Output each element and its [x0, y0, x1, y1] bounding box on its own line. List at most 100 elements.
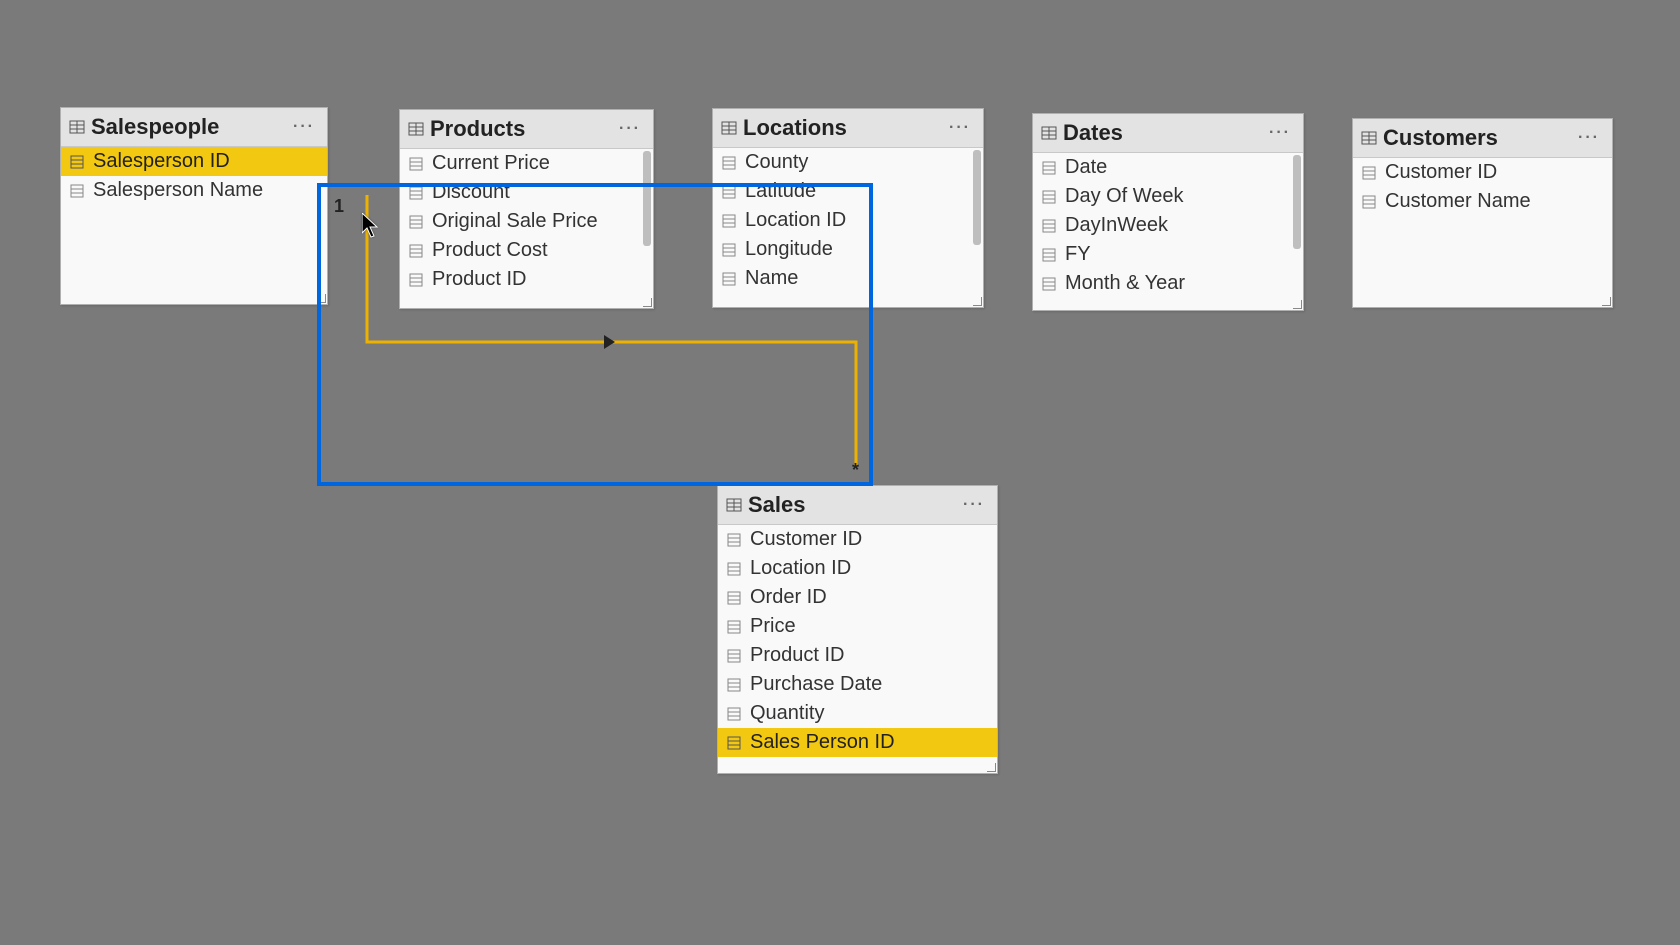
table-menu-button[interactable]: ···: [959, 496, 989, 514]
relationship-direction-arrow: [604, 335, 615, 349]
field-label: FY: [1065, 243, 1091, 266]
field-customer-name[interactable]: Customer Name: [1353, 187, 1612, 216]
table-icon: [1361, 130, 1377, 146]
table-customers[interactable]: Customers ··· Customer ID Customer Name: [1352, 118, 1613, 308]
table-menu-button[interactable]: ···: [289, 118, 319, 136]
column-icon: [408, 214, 424, 230]
table-header-dates[interactable]: Dates ···: [1033, 114, 1303, 153]
column-icon: [721, 184, 737, 200]
resize-handle[interactable]: [986, 762, 996, 772]
model-canvas[interactable]: 1 * Salespeople ··· Salesperson ID S: [0, 0, 1680, 945]
field-fy[interactable]: FY: [1033, 240, 1303, 269]
field-order-id[interactable]: Order ID: [718, 583, 997, 612]
field-label: Quantity: [750, 702, 824, 725]
field-label: DayInWeek: [1065, 214, 1168, 237]
table-header-products[interactable]: Products ···: [400, 110, 653, 149]
field-sales-person-id[interactable]: Sales Person ID: [718, 728, 997, 757]
field-product-cost[interactable]: Product Cost: [400, 236, 653, 265]
table-menu-button[interactable]: ···: [615, 120, 645, 138]
column-icon: [408, 156, 424, 172]
table-salespeople[interactable]: Salespeople ··· Salesperson ID Salespers…: [60, 107, 328, 305]
field-label: County: [745, 151, 808, 174]
scrollbar[interactable]: [643, 151, 651, 246]
resize-handle[interactable]: [1601, 296, 1611, 306]
column-icon: [721, 155, 737, 171]
column-icon: [408, 272, 424, 288]
field-label: Sales Person ID: [750, 731, 895, 754]
resize-handle[interactable]: [972, 296, 982, 306]
table-menu-button[interactable]: ···: [1574, 129, 1604, 147]
table-body: Customer ID Location ID Order ID Price P…: [718, 525, 997, 773]
table-products[interactable]: Products ··· Current Price Discount Orig…: [399, 109, 654, 309]
field-product-id[interactable]: Product ID: [718, 641, 997, 670]
field-label: Customer ID: [750, 528, 862, 551]
table-icon: [721, 120, 737, 136]
table-body: Salesperson ID Salesperson Name: [61, 147, 327, 304]
column-icon: [1041, 218, 1057, 234]
field-label: Latitude: [745, 180, 816, 203]
field-label: Name: [745, 267, 798, 290]
table-locations[interactable]: Locations ··· County Latitude Location I…: [712, 108, 984, 308]
table-body: Current Price Discount Original Sale Pri…: [400, 149, 653, 308]
field-label: Customer Name: [1385, 190, 1531, 213]
field-label: Original Sale Price: [432, 210, 598, 233]
column-icon: [726, 619, 742, 635]
field-purchase-date[interactable]: Purchase Date: [718, 670, 997, 699]
column-icon: [726, 677, 742, 693]
table-header-locations[interactable]: Locations ···: [713, 109, 983, 148]
table-header-sales[interactable]: Sales ···: [718, 486, 997, 525]
resize-handle[interactable]: [1292, 299, 1302, 309]
field-label: Location ID: [745, 209, 846, 232]
table-menu-button[interactable]: ···: [1265, 124, 1295, 142]
resize-handle[interactable]: [316, 293, 326, 303]
table-dates[interactable]: Dates ··· Date Day Of Week DayInWeek FY: [1032, 113, 1304, 311]
field-label: Location ID: [750, 557, 851, 580]
field-customer-id[interactable]: Customer ID: [718, 525, 997, 554]
table-sales[interactable]: Sales ··· Customer ID Location ID Order …: [717, 485, 998, 774]
scrollbar[interactable]: [1293, 155, 1301, 249]
field-date[interactable]: Date: [1033, 153, 1303, 182]
field-month-year[interactable]: Month & Year: [1033, 269, 1303, 298]
field-quantity[interactable]: Quantity: [718, 699, 997, 728]
field-original-sale-price[interactable]: Original Sale Price: [400, 207, 653, 236]
field-location-id[interactable]: Location ID: [718, 554, 997, 583]
field-county[interactable]: County: [713, 148, 983, 177]
field-longitude[interactable]: Longitude: [713, 235, 983, 264]
column-icon: [1041, 160, 1057, 176]
field-salesperson-id[interactable]: Salesperson ID: [61, 147, 327, 176]
table-title: Locations: [743, 115, 939, 141]
field-salesperson-name[interactable]: Salesperson Name: [61, 176, 327, 205]
table-header-customers[interactable]: Customers ···: [1353, 119, 1612, 158]
field-day-of-week[interactable]: Day Of Week: [1033, 182, 1303, 211]
field-name[interactable]: Name: [713, 264, 983, 293]
column-icon: [1361, 194, 1377, 210]
resize-handle[interactable]: [642, 297, 652, 307]
table-header-salespeople[interactable]: Salespeople ···: [61, 108, 327, 147]
field-label: Discount: [432, 181, 510, 204]
column-icon: [1041, 247, 1057, 263]
field-label: Product ID: [432, 268, 526, 291]
cardinality-one-label: 1: [334, 196, 344, 217]
field-discount[interactable]: Discount: [400, 178, 653, 207]
column-icon: [1041, 276, 1057, 292]
field-latitude[interactable]: Latitude: [713, 177, 983, 206]
table-icon: [1041, 125, 1057, 141]
field-customer-id[interactable]: Customer ID: [1353, 158, 1612, 187]
field-price[interactable]: Price: [718, 612, 997, 641]
field-label: Salesperson ID: [93, 150, 230, 173]
field-label: Longitude: [745, 238, 833, 261]
field-product-id[interactable]: Product ID: [400, 265, 653, 294]
field-location-id[interactable]: Location ID: [713, 206, 983, 235]
scrollbar[interactable]: [973, 150, 981, 245]
table-icon: [726, 497, 742, 513]
field-label: Date: [1065, 156, 1107, 179]
field-label: Product ID: [750, 644, 844, 667]
table-icon: [408, 121, 424, 137]
table-menu-button[interactable]: ···: [945, 119, 975, 137]
field-current-price[interactable]: Current Price: [400, 149, 653, 178]
field-label: Order ID: [750, 586, 827, 609]
mouse-cursor-icon: [362, 213, 380, 239]
column-icon: [726, 561, 742, 577]
field-dayinweek[interactable]: DayInWeek: [1033, 211, 1303, 240]
cardinality-many-label: *: [852, 460, 859, 481]
